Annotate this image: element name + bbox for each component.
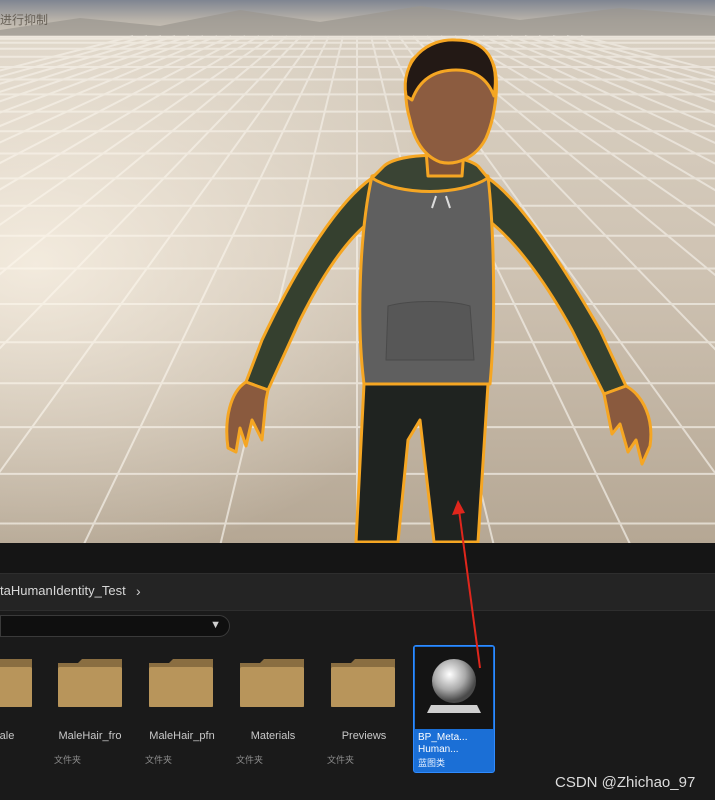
folder-type-label: 文件夹 [327,755,355,765]
breadcrumb: taHumanIdentity_Test › [0,573,715,611]
folder-type-label: 文件夹 [145,755,173,765]
folder-name: Previews [341,730,387,742]
blueprint-asset-tile[interactable]: BP_Meta... Human... 蓝图类 [413,645,495,773]
folder-icon [0,659,32,707]
folder-name: MaleHair_pfn [149,730,215,742]
viewport-scene[interactable] [0,0,715,543]
asset-name: BP_Meta... Human... [418,732,467,756]
hoodie-pocket [385,301,475,361]
viewport-hint-text: 进行抑制 [0,13,49,27]
folder-icon [58,659,122,707]
folder-name: Materials [250,730,296,742]
asset-type-label: 蓝图类 [418,758,446,768]
blueprint-sphere-icon [415,647,493,729]
asset-name-line1: BP_Meta... [418,732,468,743]
folder-name: MaleHair_fro [58,730,122,742]
folder-icon [240,659,304,707]
asset-name-line2: Human... [418,744,459,755]
folder-name: ale [0,730,15,742]
search-filter-box[interactable]: ▼ [0,615,230,637]
chevron-down-icon[interactable]: ▼ [210,619,221,631]
folder-icon [331,659,395,707]
folder-type-label: 文件夹 [54,755,82,765]
level-viewport[interactable]: 进行抑制 [0,0,715,543]
folder-icon [149,659,213,707]
breadcrumb-folder[interactable]: taHumanIdentity_Test [0,583,126,598]
folder-tile[interactable]: Materials 文件夹 [236,649,320,775]
chevron-right-icon[interactable]: › [136,583,141,599]
content-browser: taHumanIdentity_Test › ▼ ale MaleHair_fr… [0,543,715,800]
light-glow [0,36,715,543]
folder-tile[interactable]: MaleHair_pfn 文件夹 [145,649,229,775]
folder-tile[interactable]: ale [0,649,48,775]
folder-type-label: 文件夹 [236,755,264,765]
content-browser-tab-strip [0,543,715,573]
watermark: CSDN @Zhichao_97 [555,774,696,791]
folder-tile[interactable]: Previews 文件夹 [327,649,411,775]
folder-tile[interactable]: MaleHair_fro 文件夹 [54,649,138,775]
